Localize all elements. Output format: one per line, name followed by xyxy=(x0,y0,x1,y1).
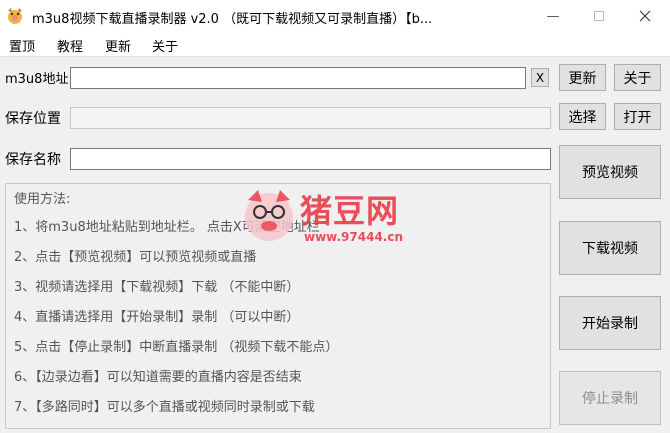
preview-video-button[interactable]: 预览视频 xyxy=(559,145,661,199)
save-path-input[interactable] xyxy=(70,107,551,129)
pig-logo-icon xyxy=(245,190,293,241)
download-video-button[interactable]: 下载视频 xyxy=(559,221,661,275)
menu-pin-top[interactable]: 置顶 xyxy=(9,36,35,55)
usage-line-5: 5、点击【停止录制】中断直播录制 （视频下载不能点） xyxy=(14,340,339,355)
menu-about[interactable]: 关于 xyxy=(152,36,178,55)
pig-app-icon xyxy=(8,8,22,24)
start-record-button[interactable]: 开始录制 xyxy=(559,296,661,350)
usage-line-4: 4、直播请选择用【开始录制】录制 （可以中断） xyxy=(14,310,300,325)
usage-title: 使用方法: xyxy=(14,192,71,207)
close-icon[interactable] xyxy=(622,0,668,32)
maximize-icon[interactable] xyxy=(576,0,622,32)
usage-line-2: 2、点击【预览视频】可以预览视频或直播 xyxy=(14,250,257,265)
url-label: m3u8地址 xyxy=(5,72,69,87)
url-input[interactable] xyxy=(70,67,526,89)
title-bar: m3u8视频下载直播录制器 v2.0 （既可下载视频又可录制直播）【b... — xyxy=(0,0,670,32)
update-button[interactable]: 更新 xyxy=(559,64,606,91)
usage-line-3: 3、视频请选择用【下载视频】下载 （不能中断） xyxy=(14,280,300,295)
menu-bar: 置顶 教程 更新 关于 xyxy=(0,32,670,57)
save-name-label: 保存名称 xyxy=(5,152,61,168)
minimize-icon[interactable]: — xyxy=(530,0,576,32)
about-button[interactable]: 关于 xyxy=(614,64,661,91)
usage-line-6: 6、【边录边看】可以知道需要的直播内容是否结束 xyxy=(14,370,302,385)
watermark: 猪豆网 www.97444.cn xyxy=(240,186,440,248)
save-path-label: 保存位置 xyxy=(5,111,61,127)
window-title: m3u8视频下载直播录制器 v2.0 （既可下载视频又可录制直播）【b... xyxy=(32,12,433,27)
clear-url-button[interactable]: X xyxy=(531,68,549,87)
open-folder-button[interactable]: 打开 xyxy=(614,103,661,130)
menu-update[interactable]: 更新 xyxy=(105,36,131,55)
save-name-input[interactable] xyxy=(70,148,551,170)
choose-folder-button[interactable]: 选择 xyxy=(559,103,606,130)
usage-line-7: 7、【多路同时】可以多个直播或视频同时录制或下载 xyxy=(14,400,315,415)
stop-record-button[interactable]: 停止录制 xyxy=(559,371,661,425)
watermark-name: 猪豆网 xyxy=(300,192,400,230)
watermark-url: www.97444.cn xyxy=(304,230,404,244)
menu-tutorial[interactable]: 教程 xyxy=(57,36,83,55)
